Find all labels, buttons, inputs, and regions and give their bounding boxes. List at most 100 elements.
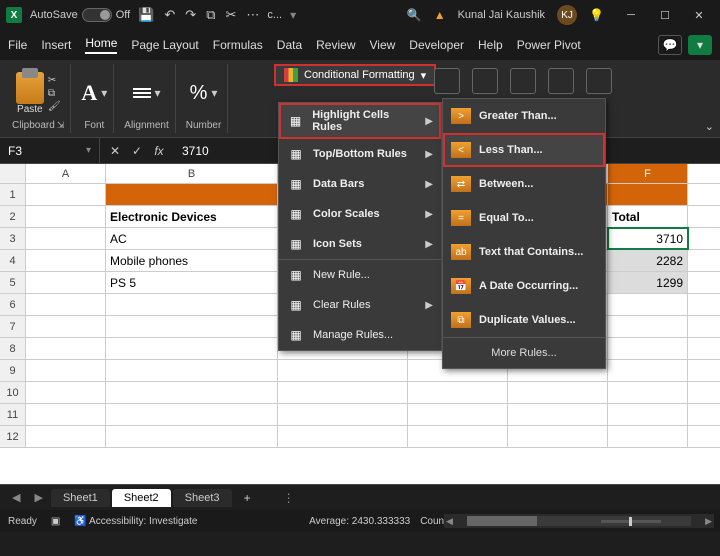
accessibility-status[interactable]: ♿ Accessibility: Investigate — [74, 516, 197, 527]
chevron-down-icon: ▾ — [421, 69, 427, 82]
menu-manage-rules[interactable]: ▦Manage Rules... — [279, 320, 441, 350]
format-table-icon[interactable] — [434, 68, 460, 94]
menu-data-bars[interactable]: ▦Data Bars▶ — [279, 169, 441, 199]
tab-view[interactable]: View — [370, 38, 396, 52]
analyze-icon[interactable] — [586, 68, 612, 94]
menu-top-bottom-rules[interactable]: ▦Top/Bottom Rules▶ — [279, 139, 441, 169]
sheet-next-icon[interactable]: ▶ — [28, 491, 48, 504]
databars-icon: ▦ — [287, 175, 305, 193]
save-icon[interactable]: 💾 — [138, 7, 154, 23]
header-devices[interactable]: Electronic Devices — [106, 206, 278, 227]
select-all-corner[interactable] — [0, 164, 26, 183]
newrule-icon: ▦ — [287, 266, 305, 284]
share-button[interactable]: ▾ — [688, 35, 712, 55]
tab-home[interactable]: Home — [85, 36, 117, 54]
menu-date-occurring[interactable]: 📅A Date Occurring... — [443, 269, 605, 303]
qat-more-icon[interactable]: ⋯ — [246, 7, 259, 23]
copy-small-icon[interactable]: ⧉ — [48, 88, 61, 99]
menu-color-scales[interactable]: ▦Color Scales▶ — [279, 199, 441, 229]
maximize-button[interactable]: ☐ — [650, 3, 680, 27]
search-icon[interactable]: 🔍 — [407, 8, 422, 22]
format-painter-icon[interactable]: 🖌 — [48, 101, 61, 112]
tab-file[interactable]: File — [8, 38, 27, 52]
name-box[interactable]: F3▾ — [0, 138, 100, 163]
autosave-toggle[interactable]: AutoSave Off — [30, 8, 130, 22]
row-header[interactable]: 5 — [0, 272, 26, 293]
menu-icon-sets[interactable]: ▦Icon Sets▶ — [279, 229, 441, 259]
menu-equal-to[interactable]: =Equal To... — [443, 201, 605, 235]
fx-icon[interactable]: fx — [150, 144, 168, 158]
less-icon: < — [451, 142, 471, 158]
lightbulb-icon[interactable]: 💡 — [589, 8, 604, 22]
sheet-tab-1[interactable]: Sheet1 — [51, 489, 110, 507]
menu-highlight-cells-rules[interactable]: ▦Highlight Cells Rules▶ — [279, 103, 441, 139]
col-header-a[interactable]: A — [26, 164, 106, 183]
col-header-b[interactable]: B — [106, 164, 278, 183]
enter-formula-icon[interactable]: ✓ — [128, 144, 146, 158]
number-icon[interactable]: % — [190, 82, 208, 105]
cf-label: Conditional Formatting — [304, 69, 415, 81]
redo-icon[interactable]: ↷ — [185, 7, 196, 23]
alignment-icon[interactable] — [133, 88, 151, 98]
minimize-button[interactable]: ─ — [616, 3, 646, 27]
font-label: Font — [84, 120, 104, 131]
cell[interactable]: Mobile phones — [106, 250, 278, 271]
undo-icon[interactable]: ↶ — [164, 7, 175, 23]
font-icon[interactable]: A — [81, 80, 97, 106]
menu-greater-than[interactable]: >Greater Than... — [443, 99, 605, 133]
new-sheet-icon[interactable]: + — [234, 491, 261, 505]
tab-page-layout[interactable]: Page Layout — [131, 38, 198, 52]
row-header[interactable]: 2 — [0, 206, 26, 227]
cell[interactable]: AC — [106, 228, 278, 249]
menu-less-than[interactable]: <Less Than... — [443, 133, 605, 167]
group-alignment: ▾ Alignment — [118, 64, 175, 133]
menu-text-contains[interactable]: abText that Contains... — [443, 235, 605, 269]
macro-icon[interactable]: ▣ — [51, 516, 60, 527]
sheet-tab-2[interactable]: Sheet2 — [112, 489, 171, 507]
menu-more-rules[interactable]: More Rules... — [443, 337, 605, 368]
row-header[interactable]: 4 — [0, 250, 26, 271]
editing-icon[interactable] — [548, 68, 574, 94]
row-header[interactable]: 3 — [0, 228, 26, 249]
tab-review[interactable]: Review — [316, 38, 355, 52]
cell[interactable]: 1299 — [608, 272, 688, 293]
colorscales-icon: ▦ — [287, 205, 305, 223]
paste-label: Paste — [17, 104, 43, 115]
cell[interactable]: 3710 — [608, 228, 688, 249]
cell-styles-icon[interactable] — [472, 68, 498, 94]
avatar[interactable]: KJ — [557, 5, 577, 25]
cell[interactable]: PS 5 — [106, 272, 278, 293]
cut-icon[interactable]: ✂ — [225, 7, 236, 23]
menu-clear-rules[interactable]: ▦Clear Rules▶ — [279, 290, 441, 320]
highlight-rules-icon: ▦ — [287, 112, 304, 130]
conditional-formatting-button[interactable]: Conditional Formatting ▾ — [274, 64, 436, 86]
horizontal-scrollbar[interactable]: ◀▶ — [444, 514, 714, 528]
menu-duplicate-values[interactable]: ⧉Duplicate Values... — [443, 303, 605, 337]
row-header[interactable]: 1 — [0, 184, 26, 205]
copy-icon[interactable]: ⧉ — [206, 7, 215, 23]
close-button[interactable]: ✕ — [684, 3, 714, 27]
paste-icon[interactable] — [16, 72, 44, 104]
tab-help[interactable]: Help — [478, 38, 503, 52]
comments-button[interactable]: 💬 — [658, 35, 682, 55]
ribbon-extra-icons — [434, 68, 612, 94]
zoom-slider[interactable] — [601, 520, 661, 523]
tab-developer[interactable]: Developer — [409, 38, 464, 52]
tab-data[interactable]: Data — [277, 38, 302, 52]
menu-new-rule[interactable]: ▦New Rule... — [279, 259, 441, 290]
menu-between[interactable]: ⇄Between... — [443, 167, 605, 201]
tab-insert[interactable]: Insert — [41, 38, 71, 52]
group-font: A▾ Font — [75, 64, 114, 133]
cancel-formula-icon[interactable]: ✕ — [106, 144, 124, 158]
cells-icon[interactable] — [510, 68, 536, 94]
warning-icon[interactable]: ▲ — [434, 8, 446, 22]
tab-power-pivot[interactable]: Power Pivot — [517, 38, 581, 52]
sheet-prev-icon[interactable]: ◀ — [6, 491, 26, 504]
sheet-tab-3[interactable]: Sheet3 — [173, 489, 232, 507]
collapse-ribbon-icon[interactable]: ⌄ — [705, 120, 714, 133]
cell[interactable]: 2282 — [608, 250, 688, 271]
cut-small-icon[interactable]: ✂ — [48, 75, 61, 86]
header-total[interactable]: Total — [608, 206, 688, 227]
col-header-f[interactable]: F — [608, 164, 688, 183]
tab-formulas[interactable]: Formulas — [213, 38, 263, 52]
